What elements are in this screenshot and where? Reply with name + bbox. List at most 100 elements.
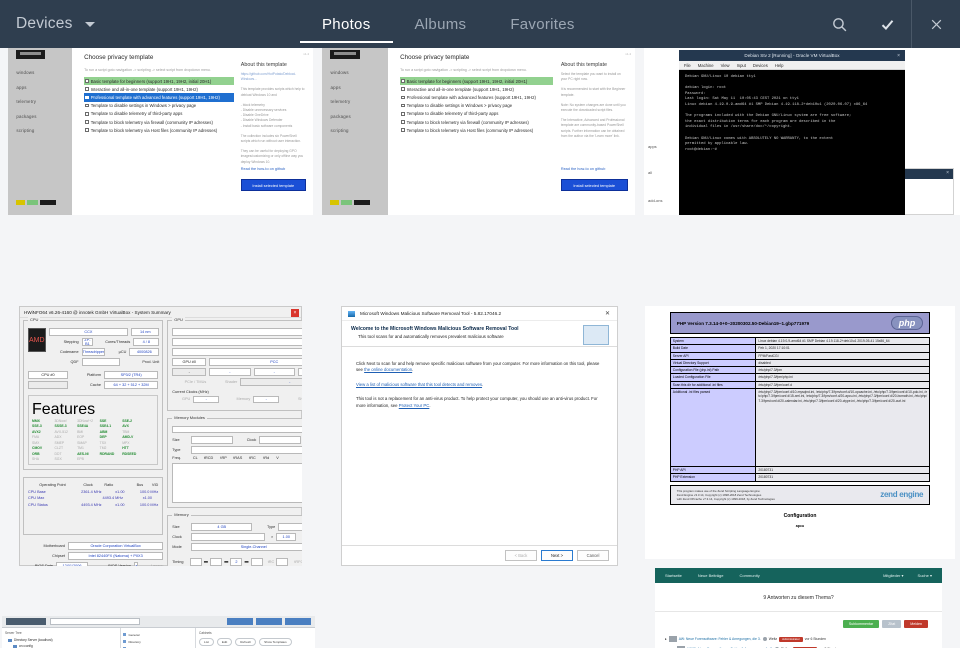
search-icon[interactable] bbox=[815, 0, 863, 48]
sidebar-item-scripting[interactable]: scripting bbox=[16, 128, 36, 133]
about-url[interactable]: https://github.com/HotPotato/Debloat-Win… bbox=[241, 72, 306, 82]
tree-node[interactable]: cn=config bbox=[13, 644, 117, 648]
install-template-button[interactable]: Install selected template bbox=[241, 179, 306, 191]
photo-thumbnail[interactable]: PHP Version 7.3.14-0+0~20200302.50-Debia… bbox=[645, 306, 955, 559]
cancel-button[interactable]: Cancel bbox=[577, 550, 609, 561]
zitat-button[interactable]: Zitat bbox=[882, 620, 901, 628]
toolbar-button[interactable] bbox=[256, 618, 282, 625]
template-option[interactable]: Template to block telemetry via firewall… bbox=[84, 118, 233, 126]
next-button[interactable]: Next > bbox=[541, 550, 573, 561]
template-option[interactable]: Template to disable telemetry of third-p… bbox=[400, 110, 553, 118]
tab-favorites[interactable]: Favorites bbox=[488, 0, 596, 48]
sidebar-item-windows[interactable]: windows bbox=[331, 70, 351, 75]
photo-thumbnail[interactable]: Startseite Neue Beiträge Community Mitgl… bbox=[655, 568, 942, 648]
menu-item-help[interactable]: Help bbox=[775, 63, 784, 68]
checkbox-icon[interactable] bbox=[401, 96, 405, 100]
photo-thumbnail[interactable]: windows apps telemetry packages scriptin… bbox=[322, 48, 635, 215]
template-option[interactable]: Template to block telemetry via Host fil… bbox=[84, 126, 233, 134]
template-option[interactable]: Template to disable settings in Windows … bbox=[400, 102, 553, 110]
menu-item-machine[interactable]: Machine bbox=[698, 63, 714, 68]
menu-item-input[interactable]: Input bbox=[737, 63, 746, 68]
nav-mitglieder[interactable]: Mitglieder ▾ bbox=[883, 573, 903, 578]
close-icon[interactable]: ✕ bbox=[605, 310, 610, 317]
list-item[interactable]: ▸AW(2): Neue Forensoftware: Fehler & Anr… bbox=[665, 644, 932, 648]
photo-thumbnail[interactable]: Microsoft Windows Malicious Software Rem… bbox=[341, 306, 618, 566]
close-icon[interactable]: × bbox=[946, 170, 949, 176]
check-icon[interactable] bbox=[863, 0, 911, 48]
close-icon[interactable]: × bbox=[291, 309, 299, 317]
checkbox-icon[interactable] bbox=[401, 128, 405, 132]
photo-thumbnail[interactable]: Server Tree Directory Server (localhost)… bbox=[2, 616, 315, 648]
sidebar-item-telemetry[interactable]: telemetry bbox=[16, 99, 36, 104]
subkommentar-button[interactable]: Subkommentar bbox=[843, 620, 879, 628]
template-option[interactable]: Basic template for beginners (support 19… bbox=[400, 77, 553, 85]
template-option[interactable]: Professional template with advanced feat… bbox=[84, 93, 233, 101]
protect-your-pc-link[interactable]: Protect Your PC bbox=[399, 403, 430, 408]
checkbox-icon[interactable] bbox=[401, 87, 405, 91]
checkbox-icon[interactable] bbox=[85, 79, 89, 83]
nav-startseite[interactable]: Startseite bbox=[665, 573, 682, 578]
checkbox-icon[interactable] bbox=[85, 96, 89, 100]
tab-show-templates[interactable]: Show Templates bbox=[259, 638, 292, 646]
malicious-software-list-link[interactable]: View a list of malicious software that t… bbox=[356, 382, 482, 387]
template-option[interactable]: Template to block telemetry via firewall… bbox=[400, 118, 553, 126]
install-template-button[interactable]: Install selected template bbox=[561, 179, 628, 191]
online-documentation-link[interactable]: the online documentation bbox=[364, 367, 412, 372]
photo-thumbnail[interactable]: windows apps telemetry packages scriptin… bbox=[8, 48, 313, 215]
tab-albums[interactable]: Albums bbox=[393, 0, 489, 48]
menu-item-devices[interactable]: Devices bbox=[753, 63, 768, 68]
template-option[interactable]: Template to disable settings in Windows … bbox=[84, 102, 233, 110]
sidebar-item-packages[interactable]: packages bbox=[331, 114, 351, 119]
photo-thumbnail[interactable]: HWiNFO64 v6.26-4160 @ innotek GmbH Virtu… bbox=[19, 306, 302, 566]
sidebar-item-windows[interactable]: windows bbox=[16, 70, 36, 75]
gpu-pcc-field: PCC bbox=[209, 358, 302, 366]
cpu-select-dropdown[interactable]: CPU #0 bbox=[28, 371, 68, 379]
tab-list[interactable]: List bbox=[199, 638, 214, 646]
template-option[interactable]: Template to disable telemetry of third-p… bbox=[84, 110, 233, 118]
list-item[interactable]: ▸AW: Neue Forensoftware: Fehler & Anregu… bbox=[665, 634, 932, 644]
tab-refresh[interactable]: Refresh bbox=[235, 638, 256, 646]
checkbox-icon[interactable] bbox=[85, 104, 89, 108]
sidebar-item-packages[interactable]: packages bbox=[16, 114, 36, 119]
sidebar-item-scripting[interactable]: scripting bbox=[331, 128, 351, 133]
sidebar-item-telemetry[interactable]: telemetry bbox=[331, 99, 351, 104]
close-icon[interactable] bbox=[912, 0, 960, 48]
sidebar-item-apps[interactable]: apps bbox=[331, 85, 351, 90]
checkbox-icon[interactable] bbox=[85, 87, 89, 91]
howto-link[interactable]: Read the how-to on github bbox=[561, 167, 628, 171]
template-option[interactable]: Professional template with advanced feat… bbox=[400, 93, 553, 101]
checkbox-icon[interactable] bbox=[85, 112, 89, 116]
toolbar-button[interactable] bbox=[285, 618, 311, 625]
template-option[interactable]: Interactive and all-in-one template (sup… bbox=[84, 85, 233, 93]
nav-community[interactable]: Community bbox=[739, 573, 759, 578]
checkbox-icon[interactable] bbox=[401, 120, 405, 124]
menu-item-file[interactable]: File bbox=[684, 63, 691, 68]
menu-item[interactable]: Directory bbox=[123, 638, 193, 645]
checkbox-icon[interactable] bbox=[85, 128, 89, 132]
close-icon[interactable]: × bbox=[897, 53, 900, 59]
template-option[interactable]: Interactive and all-in-one template (sup… bbox=[400, 85, 553, 93]
tree-node[interactable]: Directory Server (localhost) bbox=[8, 638, 117, 642]
toolbar-button[interactable] bbox=[227, 618, 253, 625]
checkbox-icon[interactable] bbox=[401, 79, 405, 83]
howto-link[interactable]: Read the how-to on github bbox=[241, 167, 306, 171]
nav-neue-beitraege[interactable]: Neue Beiträge bbox=[698, 573, 724, 578]
photo-thumbnail[interactable]: apps all add-ons × Debian Stv 2 [Running… bbox=[644, 48, 960, 215]
menu-item-view[interactable]: View bbox=[721, 63, 730, 68]
template-option[interactable]: Template to block telemetry via Host fil… bbox=[400, 126, 553, 134]
nav-suche[interactable]: Suche ▾ bbox=[918, 573, 932, 578]
checkbox-icon[interactable] bbox=[85, 120, 89, 124]
menu-item[interactable]: General bbox=[123, 631, 193, 638]
tab-edit[interactable]: Edit bbox=[217, 638, 232, 646]
template-option[interactable]: Basic template for beginners (support 19… bbox=[84, 77, 233, 85]
devices-dropdown[interactable]: Devices bbox=[16, 0, 95, 48]
virtualbox-window[interactable]: Debian Stv 2 [Running] - Oracle VM Virtu… bbox=[679, 50, 905, 215]
checkbox-icon[interactable] bbox=[401, 104, 405, 108]
gpu-select-dropdown[interactable]: GPU #0 bbox=[172, 358, 206, 366]
checkbox-icon[interactable] bbox=[401, 112, 405, 116]
search-input[interactable] bbox=[50, 618, 140, 625]
sidebar-item-apps[interactable]: apps bbox=[16, 85, 36, 90]
melden-button[interactable]: Melden bbox=[904, 620, 928, 628]
back-button[interactable]: < Back bbox=[505, 550, 537, 561]
tab-photos[interactable]: Photos bbox=[300, 0, 393, 48]
